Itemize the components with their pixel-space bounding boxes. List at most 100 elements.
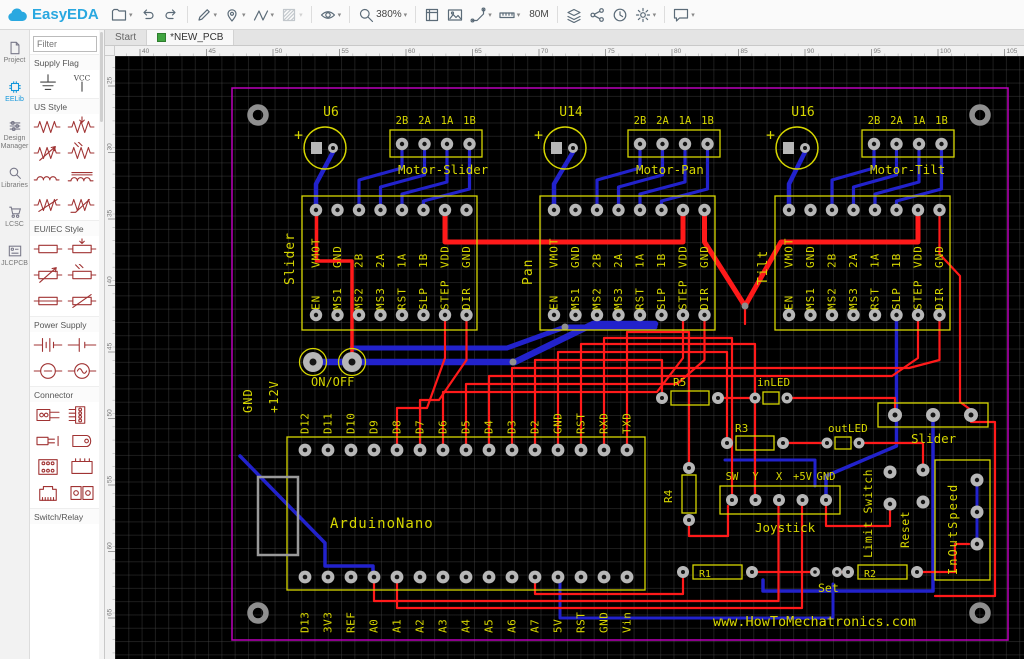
file-button[interactable]: ▾ [108, 3, 136, 27]
silk-text[interactable]: 1B [701, 115, 714, 127]
variable-resistor-eu-symbol[interactable] [65, 288, 99, 314]
silk-text[interactable]: ON/OFF [311, 375, 354, 389]
silk-outline[interactable] [681, 474, 697, 514]
silk-text[interactable]: GND [552, 413, 565, 434]
silk-text[interactable]: EN [310, 295, 323, 310]
silk-text[interactable]: 1A [441, 115, 454, 127]
silk-text[interactable]: Limit Switch [861, 469, 875, 558]
trace[interactable] [313, 149, 336, 209]
pad[interactable] [311, 142, 322, 154]
silk-text[interactable]: D13 [299, 612, 312, 633]
connector-plug-symbol[interactable] [31, 428, 65, 454]
history-button[interactable] [609, 3, 631, 27]
silk-text[interactable]: A5 [483, 619, 496, 633]
silk-text[interactable]: STEP [912, 280, 925, 311]
silk-text[interactable]: A6 [506, 619, 519, 633]
silk-text[interactable]: A3 [437, 619, 450, 633]
silk-text[interactable]: MS2 [826, 287, 839, 310]
place-button[interactable]: ▾ [221, 3, 249, 27]
filter-input[interactable] [33, 36, 97, 52]
silk-text[interactable]: 1B [890, 253, 903, 268]
silk-text[interactable]: outLED [828, 422, 868, 435]
sidebar-tab-jlcpcb[interactable]: JLCPCB [0, 241, 30, 271]
memory-button[interactable]: 80M [524, 3, 551, 27]
silk-text[interactable]: +12V [267, 380, 281, 413]
vcc-flag-symbol[interactable]: VCC [65, 70, 99, 96]
silk-text[interactable]: MS2 [353, 287, 366, 310]
draw-button[interactable]: ▾ [193, 3, 221, 27]
fuse-eu-symbol[interactable] [31, 288, 65, 314]
silk-text[interactable]: 2B [634, 115, 647, 127]
trace[interactable] [442, 211, 686, 245]
silk-text[interactable]: SLP [655, 287, 668, 310]
silk-text[interactable]: U6 [323, 105, 339, 120]
silk-text[interactable]: 5V [552, 619, 565, 633]
silk-text[interactable]: 2A [612, 253, 625, 268]
trace[interactable] [395, 504, 804, 610]
resistor-eu-symbol[interactable] [31, 236, 65, 262]
silk-text[interactable]: InOutSpeed [946, 483, 960, 575]
silk-text[interactable]: DIR [460, 287, 473, 310]
via[interactable] [741, 302, 749, 310]
connector-2pin-symbol[interactable] [31, 402, 65, 428]
silk-text[interactable]: GND [933, 245, 946, 268]
silk-text[interactable]: RST [575, 612, 588, 633]
sidebar-tab-lcsc[interactable]: LCSC [0, 202, 30, 232]
route-button[interactable]: ▾ [467, 3, 495, 27]
sidebar-tab-project[interactable]: Project [0, 38, 30, 68]
silk-text[interactable]: Set [818, 581, 839, 595]
trace[interactable] [915, 542, 971, 574]
sidebar-tab-libraries[interactable]: Libraries [0, 163, 30, 193]
share-button[interactable] [586, 3, 608, 27]
silk-text[interactable]: EN [783, 295, 796, 310]
resistor-us-symbol[interactable] [31, 114, 65, 140]
ac-source-symbol[interactable] [65, 358, 99, 384]
mounting-hole[interactable] [247, 602, 269, 624]
silk-text[interactable]: ArduinoNano [330, 516, 434, 532]
trace[interactable] [551, 149, 576, 209]
undo-button[interactable] [137, 3, 159, 27]
silk-text[interactable]: 1A [679, 115, 692, 127]
silk-text[interactable]: STEP [677, 280, 690, 311]
silk-text[interactable]: MS1 [804, 287, 817, 310]
silk-text[interactable]: U16 [791, 105, 814, 120]
silk-outline[interactable] [834, 436, 852, 450]
terminal-block-symbol[interactable] [65, 480, 99, 506]
silk-text[interactable]: VMOT [310, 238, 323, 269]
silk-text[interactable]: 3V3 [322, 612, 335, 633]
inductor-core-us-symbol[interactable] [65, 166, 99, 192]
silk-text[interactable]: Slider [911, 431, 957, 446]
silk-text[interactable]: GND [598, 612, 611, 633]
silk-text[interactable]: D10 [345, 413, 358, 434]
silk-text[interactable]: SW [726, 471, 739, 483]
silk-text[interactable]: A4 [460, 619, 473, 633]
pad[interactable] [783, 142, 794, 154]
silk-text[interactable]: D3 [506, 420, 519, 434]
silk-text[interactable]: VMOT [548, 238, 561, 269]
canvas-attributes-button[interactable] [421, 3, 443, 27]
trace[interactable] [238, 454, 375, 576]
variable-resistor-us-symbol[interactable] [31, 192, 65, 218]
silk-text[interactable]: D6 [437, 420, 450, 434]
silk-text[interactable]: RST [634, 287, 647, 310]
silk-text[interactable]: DIR [698, 287, 711, 310]
silk-text[interactable]: R2 [864, 569, 876, 580]
capacitor-outline[interactable] [775, 126, 819, 170]
trace[interactable] [933, 420, 997, 598]
silk-text[interactable]: + [294, 126, 303, 144]
silk-text[interactable]: R5 [673, 376, 686, 389]
silk-text[interactable]: D7 [414, 420, 427, 434]
silk-text[interactable]: www.HowToMechatronics.com [713, 614, 916, 630]
silk-text[interactable]: 2A [374, 253, 387, 268]
silk-text[interactable]: 1B [935, 115, 948, 127]
silk-text[interactable]: inLED [757, 376, 790, 389]
silk-text[interactable]: 2A [890, 115, 903, 127]
potentiometer-eu-symbol[interactable] [65, 236, 99, 262]
app-logo[interactable]: EasyEDA [6, 6, 108, 23]
photoresistor-eu-symbol[interactable] [65, 262, 99, 288]
silk-text[interactable]: VDD [912, 245, 925, 268]
silk-text[interactable]: SLP [417, 287, 430, 310]
measure-button[interactable]: ▾ [496, 3, 524, 27]
silk-text[interactable]: A1 [391, 619, 404, 633]
connector-4pin-symbol[interactable] [65, 402, 99, 428]
